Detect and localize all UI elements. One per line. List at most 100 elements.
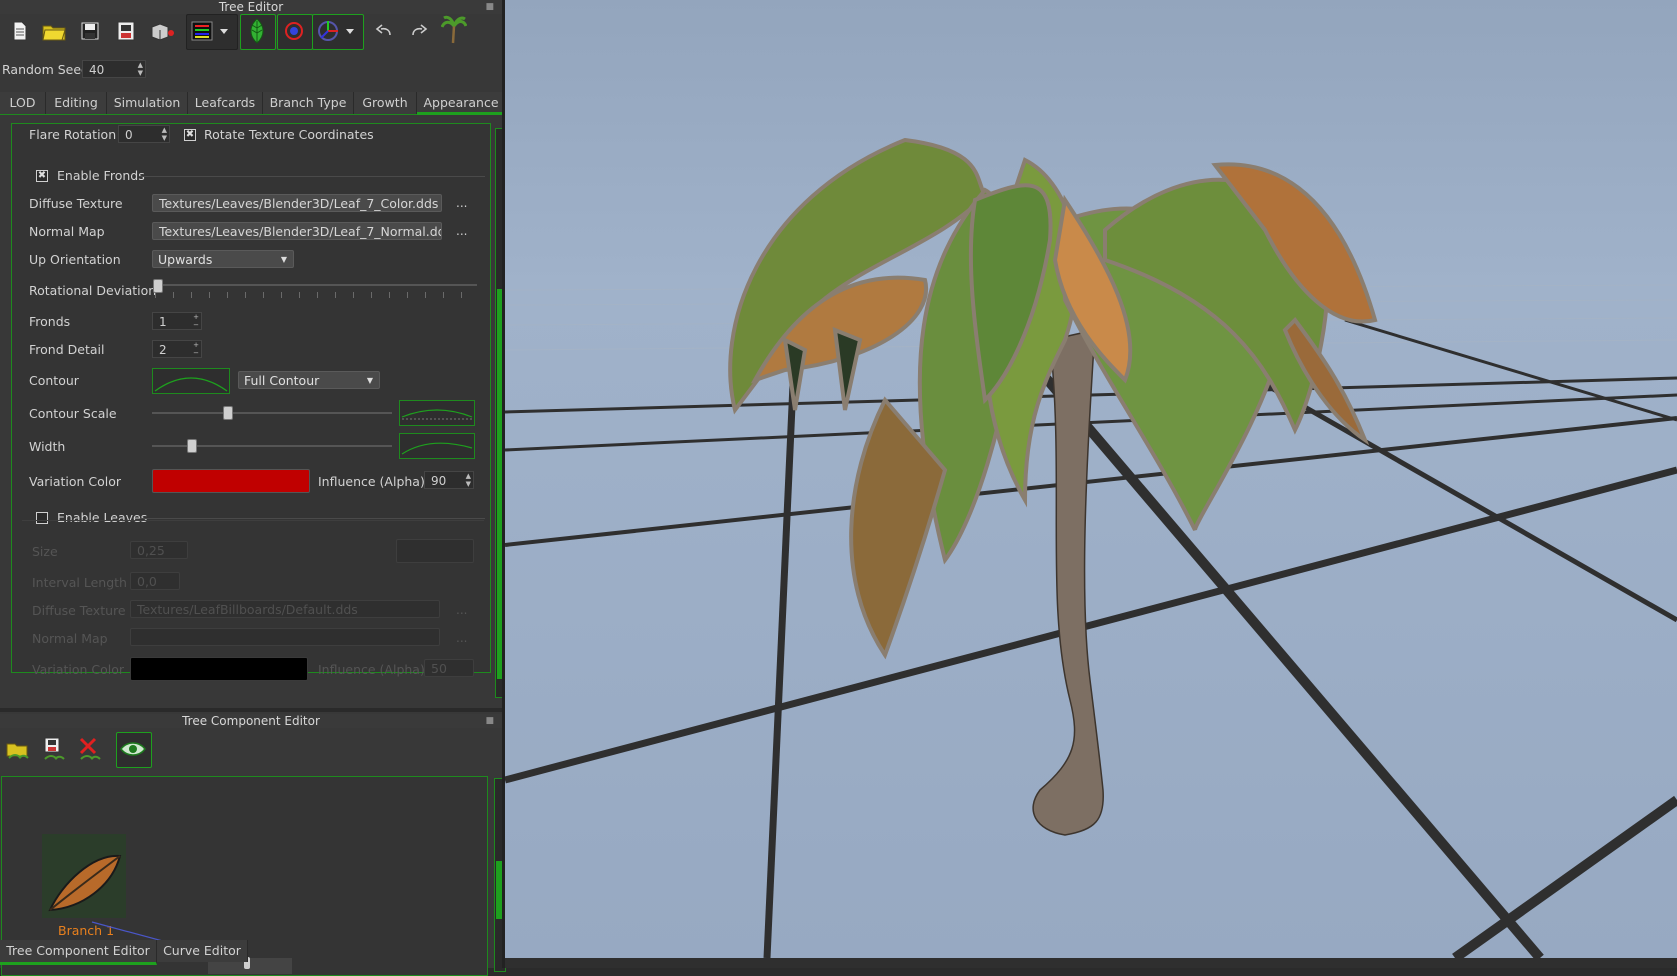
wireframe-icon[interactable] [188, 16, 216, 46]
leaves-size-spinbox[interactable]: 0,25 [130, 541, 188, 559]
frond-detail-value: 2 [159, 343, 167, 357]
contour-scale-label: Contour Scale [29, 406, 117, 421]
spin-arrows-icon[interactable]: + − [193, 313, 199, 329]
chevron-down-icon: ▼ [366, 376, 373, 385]
normal-map-browse-button[interactable]: ... [456, 224, 467, 238]
tab-growth[interactable]: Growth [354, 92, 417, 114]
view-mode-dropdown-icon[interactable] [214, 16, 234, 46]
gizmo-dropdown-icon[interactable] [340, 16, 360, 46]
component-editor-titlebar: Tree Component Editor ■ [0, 714, 502, 728]
leaves-variation-color-swatch[interactable] [130, 657, 308, 681]
tab-leafcards[interactable]: Leafcards [188, 92, 263, 114]
width-curve-preview[interactable] [399, 433, 475, 459]
normal-map-label: Normal Map [29, 224, 105, 239]
chevron-down-icon: ▼ [280, 255, 287, 264]
leaves-size-curve-preview[interactable] [396, 539, 474, 563]
contour-scale-curve-preview[interactable] [399, 400, 475, 426]
save-component-icon[interactable] [40, 734, 68, 764]
target-icon[interactable] [280, 16, 308, 46]
tab-lod[interactable]: LOD [0, 92, 46, 114]
normal-map-field[interactable]: Textures/Leaves/Blender3D/Leaf_7_Normal.… [152, 222, 442, 240]
diffuse-texture-browse-button[interactable]: ... [456, 196, 467, 210]
palm-tree-icon[interactable] [440, 14, 468, 44]
frond-detail-spinbox[interactable]: 2 + − [152, 340, 202, 358]
open-folder-icon[interactable] [40, 16, 68, 46]
enable-fronds-label: Enable Fronds [57, 168, 145, 183]
influence-label: Influence (Alpha) [318, 474, 425, 489]
leaves-normal-label: Normal Map [32, 631, 108, 646]
component-editor-title: Tree Component Editor [182, 714, 320, 728]
dock-pin-icon[interactable]: ■ [485, 0, 494, 14]
undo-icon[interactable] [370, 16, 398, 46]
tree-editor-title: Tree Editor [218, 0, 284, 14]
interval-length-spinbox[interactable]: 0,0 [130, 572, 180, 590]
save-icon[interactable] [76, 16, 104, 46]
leaves-diffuse-browse-button[interactable]: ... [456, 603, 467, 617]
contour-value: Full Contour [244, 373, 320, 388]
contour-dropdown[interactable]: Full Contour ▼ [238, 371, 380, 389]
eye-icon[interactable] [119, 734, 147, 764]
tab-branch-type[interactable]: Branch Type [263, 92, 354, 114]
tab-simulation[interactable]: Simulation [107, 92, 188, 114]
leaves-normal-field[interactable] [130, 628, 440, 646]
tab-editing[interactable]: Editing [46, 92, 107, 114]
up-orientation-dropdown[interactable]: Upwards ▼ [152, 250, 294, 268]
flare-rotation-value: 0 [125, 128, 133, 142]
leaf-icon[interactable] [243, 16, 271, 46]
influence-value: 90 [431, 474, 447, 488]
tab-appearance[interactable]: Appearance [417, 92, 506, 115]
slider-ticks [155, 292, 477, 298]
influence-spinbox[interactable]: 90 ▲ ▼ [424, 471, 474, 489]
leaves-normal-browse-button[interactable]: ... [456, 631, 467, 645]
group-divider [140, 518, 485, 519]
delete-component-icon[interactable] [76, 734, 104, 764]
spin-arrows-icon[interactable]: ▲ ▼ [466, 472, 471, 488]
random-seed-value: 40 [89, 63, 105, 77]
group-divider [140, 176, 485, 177]
dock-pin-icon[interactable]: ■ [485, 714, 494, 728]
left-panel: Tree Editor ■ Random Seed 40 ▲ ▼ LOD Edi… [0, 0, 507, 976]
diffuse-texture-field[interactable]: Textures/Leaves/Blender3D/Leaf_7_Color.d… [152, 194, 442, 212]
3d-viewport[interactable] [505, 0, 1677, 958]
tab-tree-component-editor[interactable]: Tree Component Editor [0, 940, 157, 965]
save-as-icon[interactable] [112, 16, 140, 46]
rotational-deviation-track[interactable] [155, 284, 477, 286]
enable-leaves-checkbox[interactable] [36, 512, 48, 524]
spin-arrows-icon[interactable]: ▲ ▼ [162, 126, 167, 142]
splitter[interactable] [0, 708, 502, 712]
transform-gizmo-icon[interactable] [314, 16, 342, 46]
contour-curve-preview[interactable] [152, 368, 230, 394]
leaves-influence-spinbox[interactable]: 50 [424, 659, 474, 677]
fronds-spinbox[interactable]: 1 + − [152, 312, 202, 330]
leaves-diffuse-label: Diffuse Texture [32, 603, 126, 618]
variation-color-swatch[interactable] [152, 469, 310, 493]
viewport-scene [505, 0, 1677, 958]
spin-arrows-icon[interactable]: + − [193, 341, 199, 357]
variation-color-label: Variation Color [29, 474, 122, 489]
tab-curve-editor[interactable]: Curve Editor [157, 940, 248, 962]
contour-scale-slider[interactable] [222, 406, 233, 420]
contour-scale-track[interactable] [152, 412, 392, 414]
contour-label: Contour [29, 373, 79, 388]
interval-length-label: Interval Length [32, 575, 127, 590]
new-file-icon[interactable] [6, 16, 34, 46]
group-border [22, 520, 484, 521]
load-component-icon[interactable] [4, 734, 32, 764]
up-orientation-value: Upwards [158, 252, 213, 267]
spin-arrows-icon[interactable]: ▲ ▼ [138, 61, 143, 77]
enable-fronds-checkbox[interactable]: ✖ [36, 170, 48, 182]
leaves-diffuse-field[interactable]: Textures/LeafBillboards/Default.dds [130, 600, 440, 618]
rotational-deviation-slider[interactable] [153, 279, 163, 293]
tree-editor-tabs: LOD Editing Simulation Leafcards Branch … [0, 92, 506, 115]
fronds-value: 1 [159, 315, 167, 329]
redo-icon[interactable] [405, 16, 433, 46]
rotate-texture-checkbox[interactable]: ✖ [184, 129, 196, 141]
tree-editor-titlebar: Tree Editor ■ [0, 0, 502, 14]
diffuse-texture-label: Diffuse Texture [29, 196, 123, 211]
flare-rotation-spinbox[interactable]: 0 ▲ ▼ [118, 125, 170, 143]
branch-node-thumbnail[interactable] [42, 834, 126, 918]
export-icon[interactable] [148, 16, 176, 46]
random-seed-label: Random Seed [2, 62, 89, 77]
random-seed-spinbox[interactable]: 40 ▲ ▼ [82, 60, 146, 78]
width-slider[interactable] [187, 439, 198, 453]
